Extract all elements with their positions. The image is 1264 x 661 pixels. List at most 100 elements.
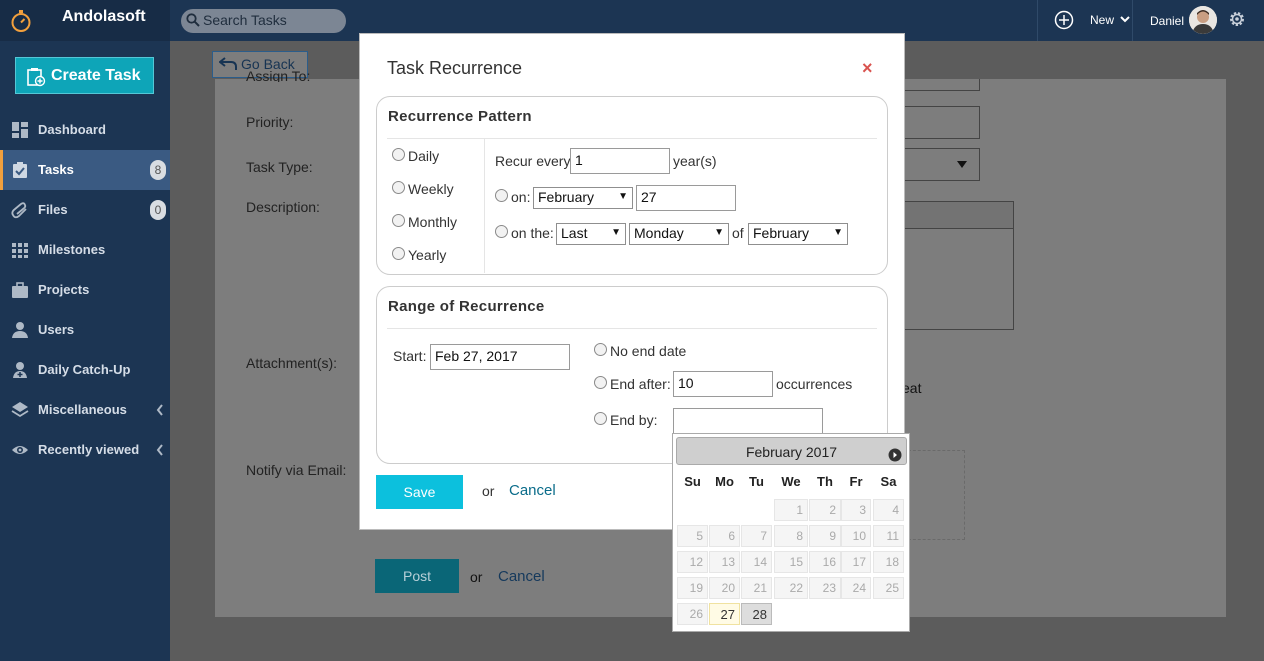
recur-unit-label: year(s) bbox=[673, 153, 717, 169]
calendar-day[interactable]: 10 bbox=[841, 525, 871, 547]
end-by-radio[interactable] bbox=[594, 412, 607, 425]
task-type-select[interactable] bbox=[904, 148, 980, 181]
no-end-date-radio[interactable] bbox=[594, 343, 607, 356]
calendar-day[interactable]: 4 bbox=[873, 499, 904, 521]
weekday-select[interactable]: Monday ▼ bbox=[629, 223, 729, 245]
sidebar-item-users[interactable]: Users bbox=[0, 310, 170, 350]
calendar-day[interactable]: 21 bbox=[741, 577, 772, 599]
on-month-value: February bbox=[538, 189, 595, 205]
calendar-day[interactable]: 2 bbox=[809, 499, 841, 521]
cancel-link[interactable]: Cancel bbox=[509, 482, 556, 499]
calendar-day[interactable]: 5 bbox=[677, 525, 708, 547]
close-icon[interactable]: × bbox=[862, 58, 873, 79]
search-input[interactable]: Search Tasks bbox=[181, 9, 346, 33]
end-after-radio[interactable] bbox=[594, 376, 607, 389]
calendar-day[interactable]: 23 bbox=[809, 577, 841, 599]
calendar-day[interactable]: 14 bbox=[741, 551, 772, 573]
new-dropdown-button[interactable]: New bbox=[1037, 0, 1133, 41]
calendar-day[interactable]: 25 bbox=[873, 577, 904, 599]
calendar-day[interactable]: 19 bbox=[677, 577, 708, 599]
save-button[interactable]: Save bbox=[376, 475, 463, 509]
user-name[interactable]: Daniel bbox=[1150, 14, 1184, 28]
calendar-day[interactable]: 22 bbox=[774, 577, 808, 599]
user-plus-icon bbox=[13, 362, 27, 378]
calendar-day[interactable]: 8 bbox=[774, 525, 808, 547]
of-label: of bbox=[732, 225, 744, 241]
sidebar-item-daily-catch-up[interactable]: Daily Catch-Up bbox=[0, 350, 170, 390]
calendar-day[interactable]: 18 bbox=[873, 551, 904, 573]
caret-down-icon bbox=[957, 161, 967, 168]
yearly-radio[interactable] bbox=[392, 247, 405, 260]
next-month-icon[interactable] bbox=[888, 448, 902, 462]
ordinal-select[interactable]: Last ▼ bbox=[556, 223, 626, 245]
calendar-day[interactable]: 16 bbox=[809, 551, 841, 573]
on-the-radio[interactable] bbox=[495, 225, 508, 238]
sidebar-item-label: Projects bbox=[38, 282, 90, 297]
calendar-day[interactable]: 20 bbox=[709, 577, 740, 599]
datepicker-popup: February 2017 Su Mo Tu We Th Fr Sa 1 2 3 4 5 6 7 8 9 10… bbox=[672, 433, 910, 632]
sidebar-item-label: Dashboard bbox=[38, 122, 106, 137]
monthly-radio[interactable] bbox=[392, 214, 405, 227]
avatar[interactable] bbox=[1189, 6, 1217, 34]
attachment-dropzone[interactable] bbox=[903, 450, 965, 540]
calendar-day[interactable]: 24 bbox=[841, 577, 871, 599]
calendar-day[interactable]: 15 bbox=[774, 551, 808, 573]
sidebar-item-tasks[interactable]: Tasks 8 bbox=[0, 150, 170, 190]
sidebar-item-milestones[interactable]: Milestones bbox=[0, 230, 170, 270]
sidebar-item-files[interactable]: Files 0 bbox=[0, 190, 170, 230]
on-day-input[interactable]: 27 bbox=[636, 185, 736, 211]
description-editor-toolbar bbox=[903, 201, 1014, 229]
user-icon bbox=[12, 322, 28, 338]
recur-every-input[interactable]: 1 bbox=[570, 148, 670, 174]
user-avatar-icon bbox=[1189, 6, 1217, 34]
calendar-day[interactable]: 7 bbox=[741, 525, 772, 547]
count-badge: 0 bbox=[150, 200, 166, 220]
sidebar-item-recently-viewed[interactable]: Recently viewed bbox=[0, 430, 170, 470]
calendar-day[interactable]: 9 bbox=[809, 525, 841, 547]
calendar-day[interactable]: 26 bbox=[677, 603, 708, 625]
sidebar-item-label: Users bbox=[38, 322, 75, 337]
calendar-day[interactable]: 17 bbox=[841, 551, 871, 573]
calendar-day[interactable]: 12 bbox=[677, 551, 708, 573]
weekday-header: Fr bbox=[849, 474, 863, 489]
briefcase-icon bbox=[12, 282, 28, 298]
recurrence-pattern-fieldset: Recurrence Pattern Daily Weekly Monthly … bbox=[376, 96, 888, 275]
sidebar-item-miscellaneous[interactable]: Miscellaneous bbox=[0, 390, 170, 430]
or-text: or bbox=[470, 569, 483, 585]
on-month-select[interactable]: February ▼ bbox=[533, 187, 633, 209]
clipboard-plus-icon bbox=[27, 68, 46, 87]
create-task-button[interactable]: Create Task bbox=[15, 57, 154, 94]
grid-icon bbox=[12, 243, 28, 258]
new-label: New bbox=[1090, 13, 1115, 27]
calendar-day[interactable]: 27 bbox=[709, 603, 740, 625]
calendar-day[interactable]: 3 bbox=[841, 499, 871, 521]
recur-every-label: Recur every bbox=[495, 153, 571, 169]
range-of-recurrence-title: Range of Recurrence bbox=[388, 298, 545, 315]
assign-to-field[interactable] bbox=[904, 79, 980, 91]
logo-area[interactable]: Andolasoft bbox=[0, 0, 170, 41]
calendar-day[interactable]: 11 bbox=[873, 525, 904, 547]
weekday-header: Su bbox=[684, 474, 701, 489]
on-date-radio[interactable] bbox=[495, 189, 508, 202]
weekly-radio[interactable] bbox=[392, 181, 405, 194]
calendar-day[interactable]: 6 bbox=[709, 525, 740, 547]
calendar-day[interactable]: 28 bbox=[741, 603, 772, 625]
notify-via-email-label: Notify via Email: bbox=[246, 462, 347, 478]
priority-field[interactable] bbox=[904, 106, 980, 139]
brand-name: Andolasoft bbox=[62, 8, 146, 25]
end-by-date-input[interactable] bbox=[673, 408, 823, 434]
start-date-input[interactable]: Feb 27, 2017 bbox=[430, 344, 570, 370]
calendar-day[interactable]: 13 bbox=[709, 551, 740, 573]
weekday-header: Sa bbox=[880, 474, 897, 489]
gear-icon[interactable] bbox=[1228, 10, 1246, 28]
sidebar-item-projects[interactable]: Projects bbox=[0, 270, 170, 310]
calendar-day[interactable]: 1 bbox=[774, 499, 808, 521]
end-after-input[interactable]: 10 bbox=[673, 371, 773, 397]
weekday-header: Tu bbox=[749, 474, 764, 489]
of-month-select[interactable]: February ▼ bbox=[748, 223, 848, 245]
cancel-link[interactable]: Cancel bbox=[498, 568, 545, 585]
sidebar-item-dashboard[interactable]: Dashboard bbox=[0, 110, 170, 150]
of-month-value: February bbox=[753, 225, 810, 241]
daily-radio[interactable] bbox=[392, 148, 405, 161]
post-button[interactable]: Post bbox=[375, 559, 459, 593]
